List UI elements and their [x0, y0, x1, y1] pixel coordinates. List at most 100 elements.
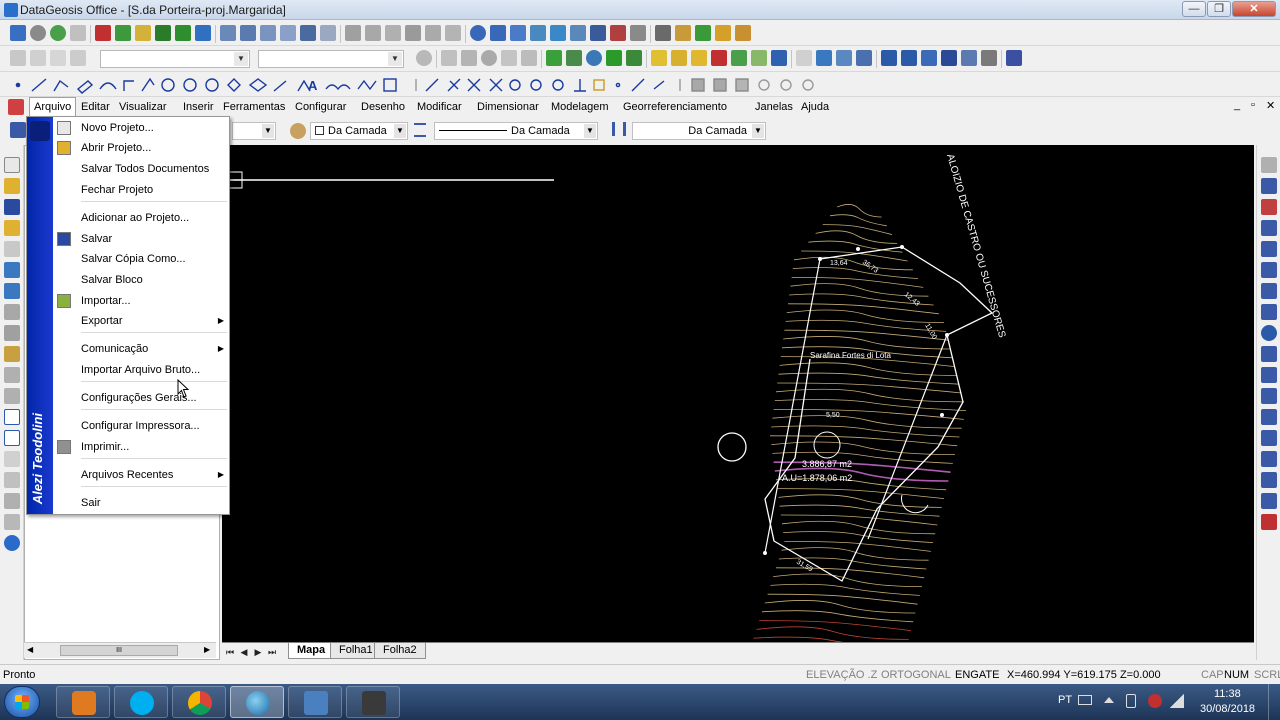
- block-icon[interactable]: [441, 50, 457, 66]
- keyboard-icon[interactable]: [1078, 695, 1092, 705]
- line-icon[interactable]: [31, 78, 47, 92]
- zoom-out-icon[interactable]: [280, 25, 296, 41]
- trim-icon[interactable]: [447, 78, 461, 92]
- menu-item-configuracoes-gerais[interactable]: Configurações Gerais...: [53, 388, 229, 408]
- terrain-icon[interactable]: [155, 25, 171, 41]
- circle-2p-icon[interactable]: [183, 78, 197, 92]
- volume-muted-icon[interactable]: [1148, 694, 1162, 708]
- polygon-icon[interactable]: [248, 78, 268, 92]
- gps-icon[interactable]: [586, 50, 602, 66]
- language-indicator[interactable]: PT: [1058, 694, 1072, 706]
- menu-item-fechar-projeto[interactable]: Fechar Projeto: [53, 180, 229, 200]
- align-icon[interactable]: [365, 25, 381, 41]
- chamfer-icon[interactable]: [1261, 472, 1277, 488]
- tab-prev-button[interactable]: ◀: [238, 645, 250, 659]
- list-icon[interactable]: [195, 25, 211, 41]
- export-pdf-icon[interactable]: [961, 50, 977, 66]
- otrack-icon[interactable]: [780, 79, 792, 91]
- start-button[interactable]: [4, 686, 40, 718]
- move-object-icon[interactable]: [1261, 283, 1277, 299]
- distribute-icon[interactable]: [385, 25, 401, 41]
- linetype-select[interactable]: Da Camada ▼: [434, 122, 598, 140]
- menu-ferramentas[interactable]: Ferramentas: [219, 97, 289, 117]
- pa-import-icon[interactable]: [566, 50, 582, 66]
- menu-configurar[interactable]: Configurar: [291, 97, 350, 117]
- menu-item-novo-projeto[interactable]: Novo Projeto...: [53, 118, 229, 138]
- survey-tool-icon[interactable]: [95, 25, 111, 41]
- color-select[interactable]: Da Camada ▼: [310, 122, 408, 140]
- clipboard-icon[interactable]: [4, 304, 20, 320]
- ray-icon[interactable]: [273, 80, 287, 92]
- spline-icon[interactable]: [141, 77, 155, 92]
- tab-last-button[interactable]: ⏭: [266, 645, 278, 659]
- mirror-icon[interactable]: [1261, 220, 1277, 236]
- intersect-icon[interactable]: [489, 78, 503, 92]
- list-view-icon[interactable]: [1006, 50, 1022, 66]
- menu-item-salvar-copia-como[interactable]: Salvar Cópia Como...: [53, 249, 229, 269]
- menu-editar[interactable]: Editar: [77, 97, 114, 117]
- pa-export-icon[interactable]: [626, 50, 642, 66]
- menu-item-imprimir[interactable]: Imprimir...: [53, 437, 229, 457]
- grid-icon[interactable]: [10, 25, 26, 41]
- menu-item-salvar-todos-documentos[interactable]: Salvar Todos Documentos: [53, 159, 229, 179]
- close-drawing-icon[interactable]: [981, 50, 997, 66]
- eraser-icon[interactable]: [1261, 178, 1277, 194]
- copy-object-icon[interactable]: [1261, 199, 1277, 215]
- restore-button[interactable]: ❐: [1207, 1, 1231, 17]
- rectangle-icon[interactable]: [383, 78, 397, 92]
- taskbar-screen-capture[interactable]: [288, 686, 342, 718]
- text-edit-icon[interactable]: [530, 25, 546, 41]
- scroll-right-button[interactable]: ▶: [204, 645, 210, 654]
- volume-icon[interactable]: [735, 25, 751, 41]
- parallel-icon[interactable]: [653, 80, 665, 90]
- help-icon[interactable]: [4, 535, 20, 551]
- menu-visualizar[interactable]: Visualizar: [115, 97, 171, 117]
- globe-icon[interactable]: [30, 25, 46, 41]
- dots-icon[interactable]: [771, 50, 787, 66]
- copy-icon[interactable]: [4, 262, 20, 278]
- extend-icon[interactable]: [1261, 409, 1277, 425]
- circle-3p-icon[interactable]: [205, 78, 219, 92]
- layer-combo[interactable]: ▼: [100, 50, 250, 68]
- tile-icon[interactable]: [836, 50, 852, 66]
- project-panel-scrollbar[interactable]: ◀ III ▶: [24, 642, 216, 658]
- wave-icon[interactable]: [325, 84, 351, 91]
- move-icon[interactable]: [550, 25, 566, 41]
- offset-icon[interactable]: [425, 78, 439, 92]
- arrange-icon[interactable]: [856, 50, 872, 66]
- linetype-icon[interactable]: [414, 123, 426, 137]
- pencil-icon[interactable]: [76, 80, 94, 94]
- layer-icon[interactable]: [345, 25, 361, 41]
- ortho-icon[interactable]: [691, 78, 705, 92]
- rotate-icon[interactable]: [590, 25, 606, 41]
- color-palette-icon[interactable]: [290, 123, 306, 139]
- tray-expand-icon[interactable]: [1104, 697, 1114, 703]
- undo-icon[interactable]: [4, 367, 20, 383]
- grid-edit-icon[interactable]: [695, 25, 711, 41]
- taskbar-datageosis[interactable]: [230, 686, 284, 718]
- usb-icon[interactable]: [1126, 694, 1136, 708]
- drawing-svg[interactable]: ALOIZIO DE CASTRO OU SUCESSORES Sarafina…: [222, 145, 1254, 642]
- calc-icon[interactable]: [4, 451, 20, 467]
- profile-icon[interactable]: [715, 25, 731, 41]
- report-icon[interactable]: [70, 25, 86, 41]
- lineweight-select[interactable]: Da Camada ▼: [632, 122, 766, 140]
- layer-manager-icon[interactable]: [10, 50, 26, 66]
- preview-icon[interactable]: [4, 514, 20, 530]
- snap-toggle[interactable]: ENGATE: [955, 669, 999, 681]
- diamond-icon[interactable]: [227, 78, 241, 92]
- search-icon[interactable]: [481, 50, 497, 66]
- fillet-icon[interactable]: [1261, 493, 1277, 509]
- sort-icon[interactable]: [70, 50, 86, 66]
- cascade-icon[interactable]: [816, 50, 832, 66]
- trim-object-icon[interactable]: [1261, 388, 1277, 404]
- tab-first-button[interactable]: ⏮: [224, 645, 236, 659]
- point-icon[interactable]: [15, 82, 21, 88]
- cut-icon[interactable]: [4, 241, 20, 257]
- open-icon[interactable]: [4, 178, 20, 194]
- polyline-icon[interactable]: [53, 79, 69, 92]
- menu-item-exportar[interactable]: Exportar ▶: [53, 311, 229, 331]
- doc-close-button[interactable]: ✕: [1266, 99, 1275, 112]
- attribute-icon[interactable]: [671, 50, 687, 66]
- print-preview-icon[interactable]: [881, 50, 897, 66]
